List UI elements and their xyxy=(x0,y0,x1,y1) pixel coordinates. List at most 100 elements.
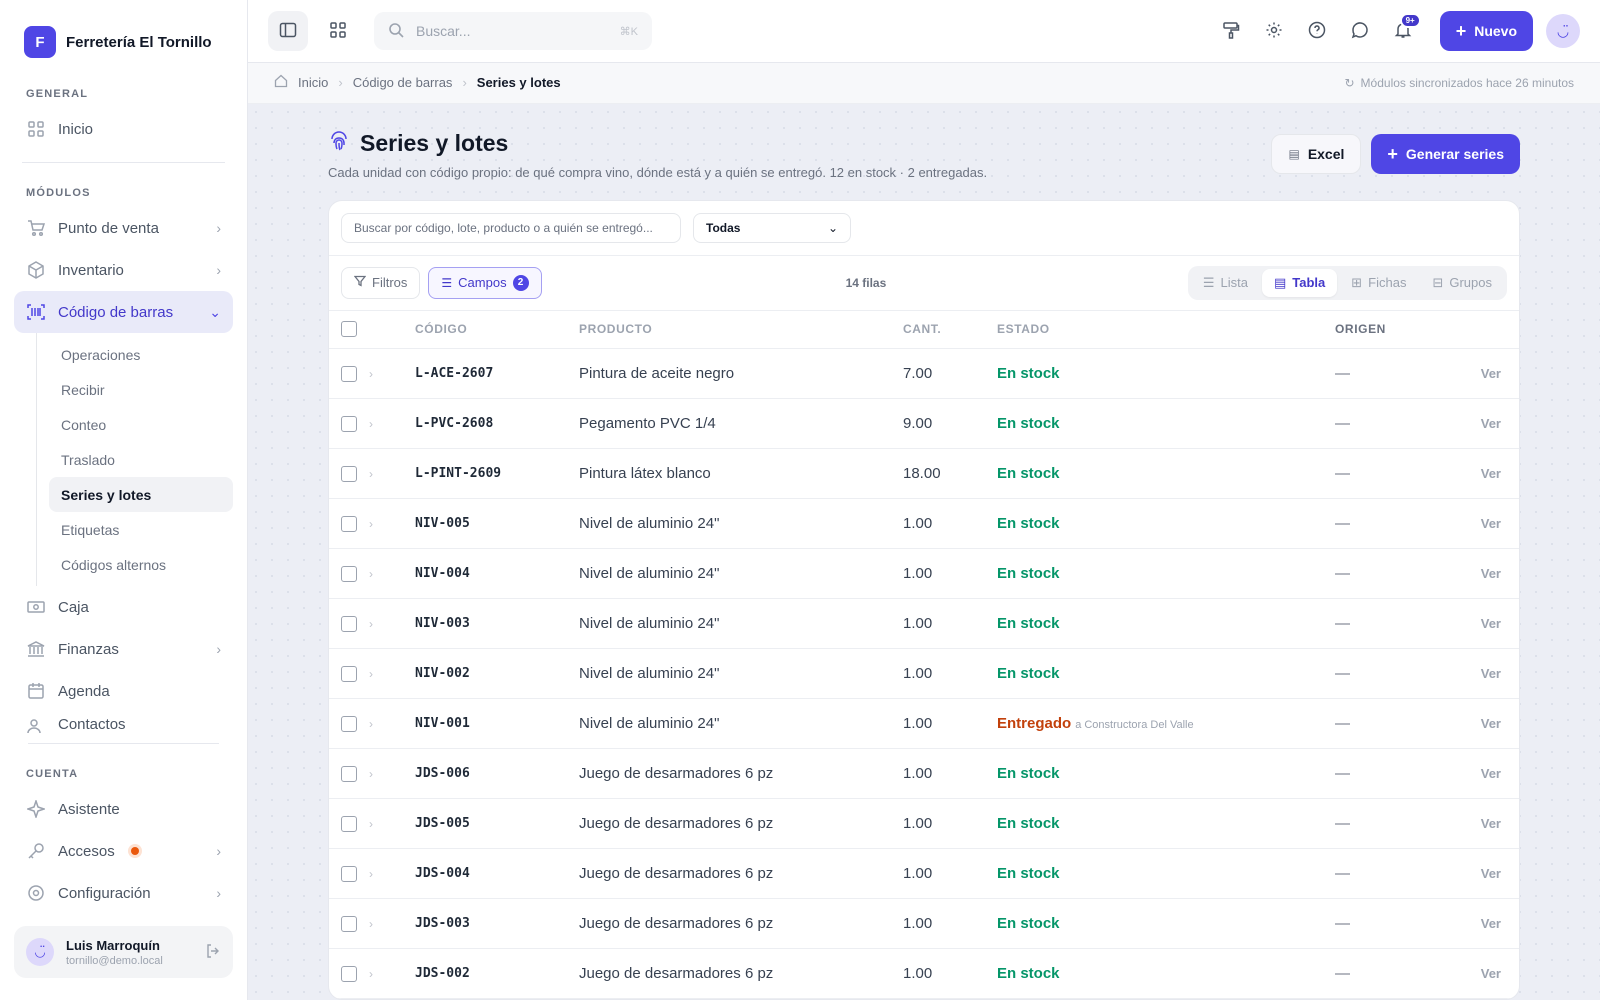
row-checkbox[interactable] xyxy=(341,716,357,733)
row-checkbox[interactable] xyxy=(341,416,357,433)
table-row[interactable]: › NIV-001 Nivel de aluminio 24" 1.00 Entrega… xyxy=(329,698,1519,749)
view-button[interactable]: Ver xyxy=(1455,848,1519,899)
filters-button[interactable]: Filtros xyxy=(341,266,421,299)
sub-item-codigos-alternos[interactable]: Códigos alternos xyxy=(49,547,233,582)
header-code[interactable]: CÓDIGO xyxy=(415,310,579,349)
sidebar-item-contactos[interactable]: Contactos xyxy=(14,712,233,734)
header-product[interactable]: PRODUCTO xyxy=(579,310,903,349)
chevron-right-icon[interactable]: › xyxy=(369,517,373,531)
search-input[interactable]: Buscar... ⌘K xyxy=(374,12,652,51)
row-checkbox[interactable] xyxy=(341,516,357,533)
table-row[interactable]: › JDS-005 Juego de desarmadores 6 pz 1.00 En… xyxy=(329,798,1519,849)
table-row[interactable]: › L-PINT-2609 Pintura látex blanco 18.00 En … xyxy=(329,448,1519,499)
chevron-right-icon[interactable]: › xyxy=(369,617,373,631)
chevron-right-icon[interactable]: › xyxy=(369,367,373,381)
status-select[interactable]: Todas ⌄ xyxy=(693,212,851,243)
view-button[interactable]: Ver xyxy=(1455,748,1519,799)
chevron-right-icon[interactable]: › xyxy=(369,967,373,981)
excel-button[interactable]: ▤ Excel xyxy=(1271,133,1362,174)
apps-button[interactable] xyxy=(318,11,358,51)
view-lista-button[interactable]: ☰ Lista xyxy=(1191,269,1260,297)
header-qty[interactable]: CANT. xyxy=(903,310,997,349)
new-button[interactable]: + Nuevo xyxy=(1439,11,1533,52)
chevron-right-icon[interactable]: › xyxy=(369,767,373,781)
sidebar-item-finanzas[interactable]: Finanzas › xyxy=(14,628,233,670)
help-button[interactable] xyxy=(1297,11,1337,51)
sub-item-series-y-lotes[interactable]: Series y lotes xyxy=(49,477,233,512)
row-checkbox[interactable] xyxy=(341,766,357,783)
table-row[interactable]: › JDS-002 Juego de desarmadores 6 pz 1.00 En… xyxy=(329,948,1519,999)
table-row[interactable]: › NIV-002 Nivel de aluminio 24" 1.00 En stoc… xyxy=(329,648,1519,699)
table-row[interactable]: › NIV-005 Nivel de aluminio 24" 1.00 En stoc… xyxy=(329,498,1519,549)
view-button[interactable]: Ver xyxy=(1455,898,1519,949)
view-button[interactable]: Ver xyxy=(1455,348,1519,399)
chevron-right-icon[interactable]: › xyxy=(369,467,373,481)
settings-button[interactable] xyxy=(1254,11,1294,51)
row-checkbox[interactable] xyxy=(341,966,357,983)
chevron-right-icon[interactable]: › xyxy=(369,417,373,431)
user-card[interactable]: ◡̈ Luis Marroquín tornillo@demo.local xyxy=(14,926,233,978)
view-button[interactable]: Ver xyxy=(1455,948,1519,999)
select-all-checkbox[interactable] xyxy=(341,321,357,338)
view-button[interactable]: Ver xyxy=(1455,548,1519,599)
sidebar-item-codigo-de-barras[interactable]: Código de barras ⌄ xyxy=(14,291,233,333)
sidebar-item-caja[interactable]: Caja xyxy=(14,586,233,628)
header-state[interactable]: ESTADO xyxy=(997,310,1335,349)
row-checkbox[interactable] xyxy=(341,916,357,933)
sub-item-conteo[interactable]: Conteo xyxy=(49,407,233,442)
notifications-button[interactable]: 9+ xyxy=(1383,11,1423,51)
chevron-right-icon[interactable]: › xyxy=(369,567,373,581)
row-checkbox[interactable] xyxy=(341,466,357,483)
sub-item-traslado[interactable]: Traslado xyxy=(49,442,233,477)
sidebar-item-agenda[interactable]: Agenda xyxy=(14,670,233,712)
generate-series-button[interactable]: + Generar series xyxy=(1371,133,1520,174)
view-button[interactable]: Ver xyxy=(1455,498,1519,549)
header-origin[interactable]: ORIGEN xyxy=(1335,310,1455,349)
table-row[interactable]: › JDS-003 Juego de desarmadores 6 pz 1.00 En… xyxy=(329,898,1519,949)
sidebar-item-inventario[interactable]: Inventario › xyxy=(14,249,233,291)
sub-item-operaciones[interactable]: Operaciones xyxy=(49,337,233,372)
table-row[interactable]: › L-ACE-2607 Pintura de aceite negro 7.00 En… xyxy=(329,348,1519,399)
row-checkbox[interactable] xyxy=(341,866,357,883)
table-row[interactable]: › JDS-004 Juego de desarmadores 6 pz 1.00 En… xyxy=(329,848,1519,899)
view-button[interactable]: Ver xyxy=(1455,798,1519,849)
sidebar-item-inicio[interactable]: Inicio xyxy=(14,108,233,150)
table-row[interactable]: › NIV-004 Nivel de aluminio 24" 1.00 En stoc… xyxy=(329,548,1519,599)
breadcrumb-home[interactable]: Inicio xyxy=(298,75,328,90)
view-button[interactable]: Ver xyxy=(1455,448,1519,499)
view-fichas-button[interactable]: ⊞ Fichas xyxy=(1339,269,1418,297)
sidebar-item-accesos[interactable]: Accesos › xyxy=(14,830,233,872)
chevron-right-icon[interactable]: › xyxy=(369,667,373,681)
sidebar-item-configuracion[interactable]: Configuración › xyxy=(14,872,233,914)
view-button[interactable]: Ver xyxy=(1455,598,1519,649)
row-checkbox[interactable] xyxy=(341,566,357,583)
view-button[interactable]: Ver xyxy=(1455,648,1519,699)
breadcrumb-parent[interactable]: Código de barras xyxy=(353,75,453,90)
chevron-right-icon[interactable]: › xyxy=(369,717,373,731)
sub-item-etiquetas[interactable]: Etiquetas xyxy=(49,512,233,547)
table-row[interactable]: › JDS-006 Juego de desarmadores 6 pz 1.00 En… xyxy=(329,748,1519,799)
sidebar-toggle-button[interactable] xyxy=(268,11,308,52)
table-search-input[interactable]: Buscar por código, lote, producto o a qu… xyxy=(341,212,681,243)
avatar[interactable]: ◡̈ xyxy=(1546,14,1580,49)
view-button[interactable]: Ver xyxy=(1455,398,1519,449)
row-checkbox[interactable] xyxy=(341,616,357,633)
chevron-right-icon[interactable]: › xyxy=(369,817,373,831)
messages-button[interactable] xyxy=(1340,11,1380,51)
table-row[interactable]: › L-PVC-2608 Pegamento PVC 1/4 9.00 En stock… xyxy=(329,398,1519,449)
row-checkbox[interactable] xyxy=(341,666,357,683)
row-checkbox[interactable] xyxy=(341,816,357,833)
view-tabla-button[interactable]: ▤ Tabla xyxy=(1261,268,1338,297)
view-grupos-button[interactable]: ⊟ Grupos xyxy=(1420,269,1504,297)
brand[interactable]: F Ferretería El Tornillo xyxy=(0,0,247,78)
table-row[interactable]: › NIV-003 Nivel de aluminio 24" 1.00 En stoc… xyxy=(329,598,1519,649)
fields-button[interactable]: ☰ Campos 2 xyxy=(428,266,542,299)
logout-icon[interactable] xyxy=(205,943,221,962)
sidebar-item-punto-de-venta[interactable]: Punto de venta › xyxy=(14,207,233,249)
sub-item-recibir[interactable]: Recibir xyxy=(49,372,233,407)
sidebar-item-asistente[interactable]: Asistente xyxy=(14,788,233,830)
row-checkbox[interactable] xyxy=(341,366,357,383)
chevron-right-icon[interactable]: › xyxy=(369,867,373,881)
view-button[interactable]: Ver xyxy=(1455,698,1519,749)
theme-button[interactable] xyxy=(1211,11,1251,51)
